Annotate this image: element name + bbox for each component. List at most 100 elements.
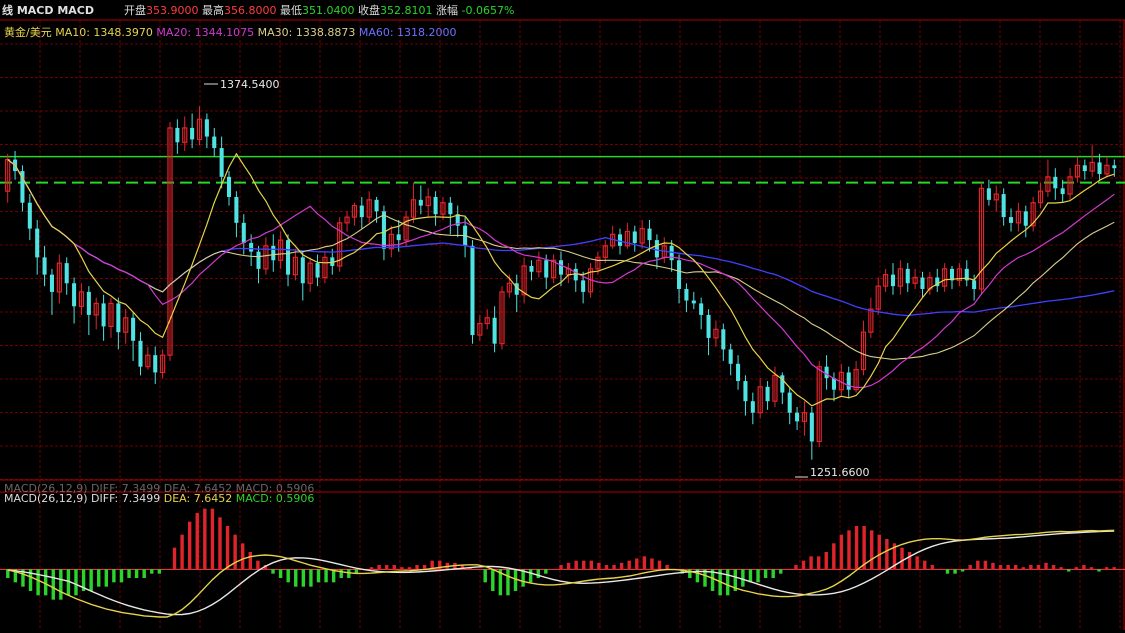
candle-body [920,277,925,290]
low-label: 最低 [280,4,302,17]
candle-body [131,317,136,341]
high-price-label: 1374.5400 [220,78,280,91]
macd-value: MACD: 0.5906 [235,492,315,505]
candle-body [101,303,106,327]
candle-body [677,260,682,290]
candle-body [49,274,54,292]
candle-body [809,412,814,442]
candle-body [241,222,246,243]
candle-body [448,202,453,215]
candle-body [175,127,180,143]
low-price-label: 1251.6600 [810,466,870,479]
candle-body [256,251,261,269]
candle-body [315,263,320,278]
candle-body [418,199,423,206]
candle-body [271,245,276,261]
candle-body [433,196,438,215]
candle-body [750,401,755,413]
candle-body [544,260,549,278]
macd-legend: MACD(26,12,9) DIFF: 7.3499 DEA: 7.6452 M… [4,492,314,505]
candle-body [470,245,475,336]
candle-body [153,355,158,373]
candle-body [736,363,741,382]
support-lines [0,155,1125,184]
candle-body [1023,211,1028,226]
candle-body [721,329,726,350]
grid-lines [0,19,1125,630]
candle-body [787,392,792,413]
candle-body [986,188,991,200]
candle-body [558,260,564,275]
candle-body [728,349,733,364]
candle-body [581,280,586,292]
ma10-label: MA10: 1348.3970 [55,26,153,39]
candle-body [795,412,800,422]
candle-body [743,381,748,402]
close-value: 352.8101 [380,4,433,17]
candle-body [1112,165,1117,169]
candle-body [1008,217,1014,223]
candle-body [286,240,291,275]
chart-canvas: 1374.5400 1251.6600 [0,19,1125,630]
candle-body [529,266,534,272]
ma30-label: MA30: 1338.8873 [257,26,356,39]
candle-body [1060,188,1065,195]
candle-body [27,202,32,229]
high-value: 356.8000 [224,4,277,17]
ma60-label: MA60: 1318.2000 [358,26,457,39]
candle-body [905,268,910,284]
candle-body [632,231,637,243]
candle-body [35,228,40,258]
candle-body [699,303,704,315]
low-value: 351.0400 [302,4,355,17]
candle-body [42,257,47,275]
dea-value: DEA: 7.6452 [163,492,233,505]
change-value: -0.0657% [461,4,515,17]
candle-body [684,289,689,301]
candle-body [654,240,659,258]
candle-body [846,372,851,390]
candle-body [706,314,711,338]
candle-body [190,127,195,140]
candle-body [1053,176,1058,189]
macd-params: MACD(26,12,9) [4,492,88,505]
candle-body [691,300,696,304]
candle-body [72,283,77,307]
candle-body [374,199,379,212]
candle-body [212,136,217,149]
macd-histogram [0,508,1125,600]
ma-legend: 黄金/美元 MA10: 1348.3970 MA20: 1344.1075 MA… [4,24,457,40]
candle-body [890,274,896,287]
candle-body [300,257,305,284]
candle-body [824,366,829,379]
high-label: 最高 [202,4,224,17]
candle-body [1082,165,1087,172]
ma20-label: MA20: 1344.1075 [156,26,255,39]
candle-body [1097,162,1102,174]
open-label: 开盘 [124,4,146,17]
candle-body [138,340,143,367]
candle-body [64,263,69,284]
candle-body [765,386,770,402]
close-label: 收盘 [358,4,380,17]
candle-body [396,234,401,241]
candle-body [1001,194,1006,218]
change-label: 涨幅 [436,4,458,17]
ohlc-bar: 开盘353.9000 最高356.8000 最低351.0400 收盘352.8… [124,2,514,18]
diff-value: DIFF: 7.3499 [91,492,161,505]
candle-body [359,205,364,218]
candle-body [86,291,91,315]
candle-body [226,176,232,197]
chart-title: 线 MACD MACD [2,4,94,17]
open-value: 353.9000 [146,4,199,17]
candle-body [249,242,254,252]
candle-body [972,280,977,290]
candle-body [234,196,239,223]
candle-body [116,303,121,333]
candle-body [647,228,652,241]
candle-body [492,317,497,344]
candle-body [573,268,578,281]
candle-body [381,211,386,249]
symbol-label: 黄金/美元 [4,26,52,39]
candle-body [219,148,224,177]
